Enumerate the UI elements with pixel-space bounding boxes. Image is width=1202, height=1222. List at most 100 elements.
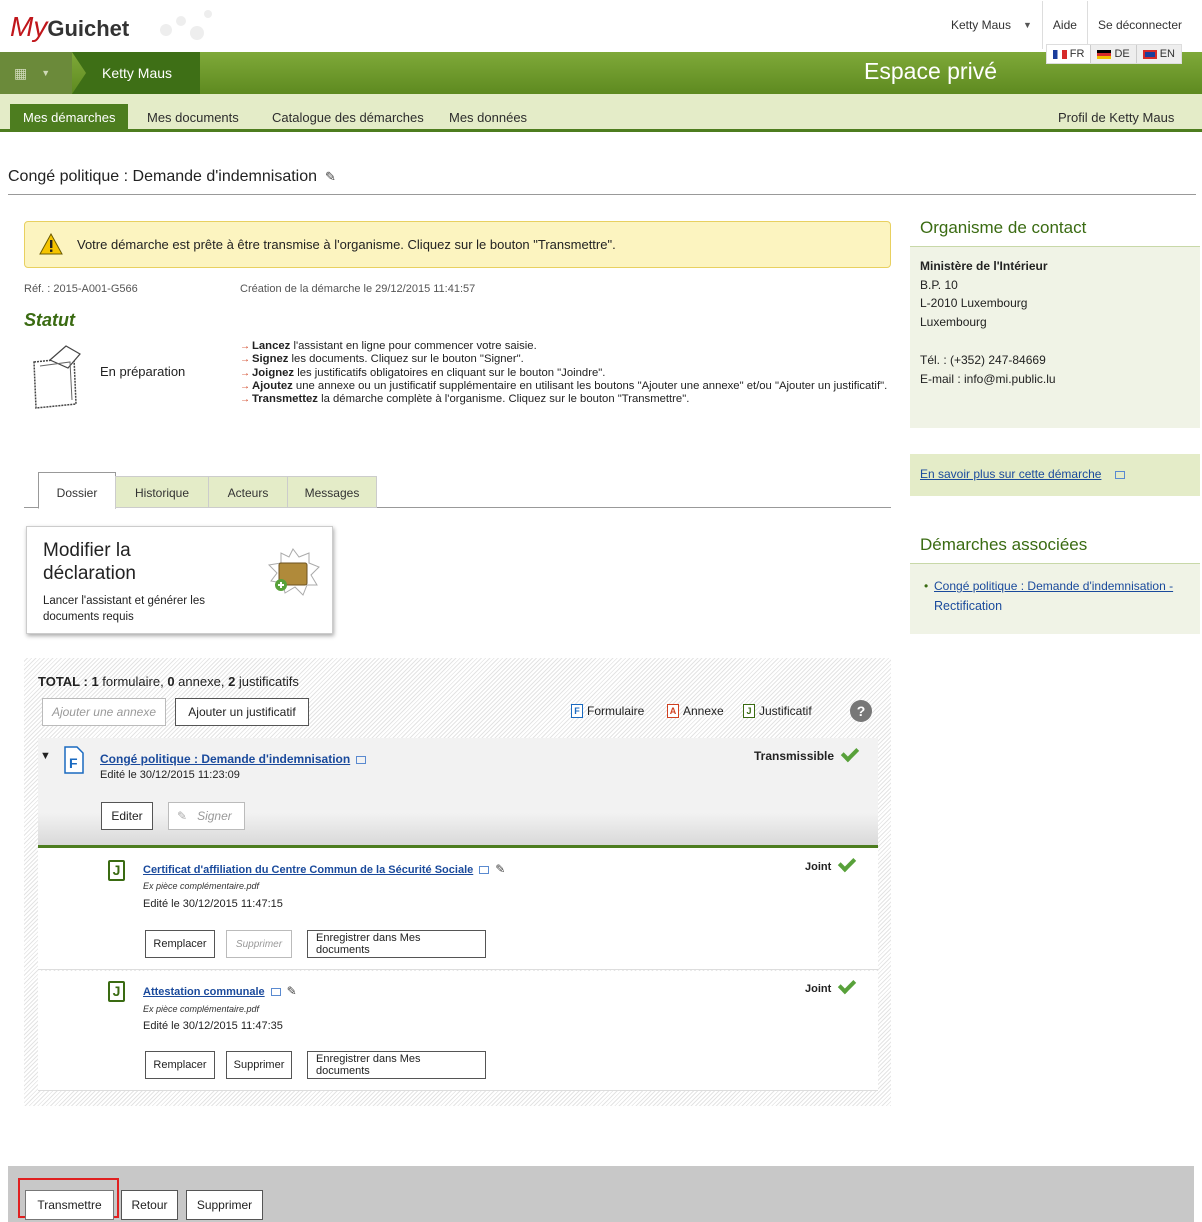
- tab-messages[interactable]: Messages: [287, 476, 377, 508]
- check-icon: [840, 743, 860, 763]
- main-nav: Mes démarches Mes documents Catalogue de…: [0, 94, 1202, 132]
- user-menu[interactable]: Ketty Maus ▼: [941, 1, 1042, 49]
- reference-number: Réf. : 2015-A001-G566: [24, 283, 138, 295]
- nav-profile[interactable]: Profil de Ketty Maus: [1045, 104, 1187, 131]
- nav-mes-demarches[interactable]: Mes démarches: [10, 104, 129, 131]
- lang-de[interactable]: DE: [1090, 45, 1135, 63]
- external-link-icon[interactable]: [1115, 470, 1126, 479]
- tab-bar: Dossier Historique Acteurs Messages: [24, 472, 891, 509]
- modify-card-title: Modifier la déclaration: [43, 540, 136, 584]
- org-name: Ministère de l'Intérieur: [920, 259, 1048, 273]
- step-item: Lancez l'assistant en ligne pour commenc…: [240, 340, 892, 354]
- attachment-status: Joint: [805, 853, 857, 873]
- apps-menu-button[interactable]: ▦ ▼: [0, 52, 72, 94]
- form-status: Transmissible: [754, 743, 860, 763]
- sign-label: Signer: [197, 809, 232, 823]
- space-title: Espace privé: [864, 58, 997, 84]
- flag-en-icon: [1142, 49, 1157, 59]
- logo-my: My: [10, 11, 48, 42]
- lang-en-label: EN: [1159, 48, 1175, 60]
- nav-mes-documents[interactable]: Mes documents: [134, 104, 252, 131]
- edit-button[interactable]: Editer: [101, 802, 153, 830]
- alert-text: Votre démarche est prête à être transmis…: [77, 237, 616, 252]
- modify-declaration-card[interactable]: Modifier la déclaration Lancer l'assista…: [26, 526, 333, 634]
- annex-icon: A: [667, 704, 679, 718]
- collapse-arrow-icon[interactable]: ▼: [40, 750, 51, 762]
- add-justif-button[interactable]: Ajouter un justificatif: [175, 698, 309, 726]
- legend-form: F Formulaire: [571, 704, 644, 718]
- related-link-continued[interactable]: Rectification: [934, 599, 1002, 613]
- documents-total: TOTAL : 1 formulaire, 0 annexe, 2 justif…: [38, 674, 299, 689]
- tab-acteurs[interactable]: Acteurs: [208, 476, 288, 508]
- justif-icon: J: [743, 704, 755, 718]
- header-bar: ▦ ▼ Ketty Maus Espace privé FR DE EN: [0, 44, 1202, 94]
- delete-attachment-button[interactable]: Supprimer: [226, 930, 292, 958]
- title-divider: [8, 194, 1196, 195]
- lang-en[interactable]: EN: [1135, 45, 1181, 63]
- language-switcher: FR DE EN: [1045, 44, 1182, 64]
- attachment-row: J Certificat d'affiliation du Centre Com…: [38, 848, 878, 970]
- sign-button[interactable]: ✎ Signer: [168, 802, 245, 830]
- logo-guichet: Guichet: [47, 16, 130, 41]
- external-link-icon[interactable]: [270, 987, 281, 996]
- contact-heading: Organisme de contact: [910, 205, 1200, 247]
- learn-more-box: En savoir plus sur cette démarche: [910, 454, 1200, 496]
- tab-historique[interactable]: Historique: [115, 476, 209, 508]
- related-item[interactable]: • Congé politique : Demande d'indemnisat…: [924, 576, 1190, 616]
- add-annex-button[interactable]: Ajouter une annexe: [42, 698, 166, 726]
- form-icon: F: [571, 704, 583, 718]
- logout-link[interactable]: Se déconnecter: [1086, 1, 1202, 49]
- breadcrumb-user[interactable]: Ketty Maus: [72, 52, 201, 94]
- transmit-button[interactable]: Transmettre: [25, 1190, 114, 1220]
- address-line: Luxembourg: [920, 314, 987, 329]
- action-footer: Transmettre Retour Supprimer: [8, 1166, 1194, 1222]
- attachment-title-link[interactable]: Certificat d'affiliation du Centre Commu…: [143, 864, 473, 876]
- external-link-icon[interactable]: [479, 865, 490, 874]
- external-link-icon[interactable]: [356, 755, 367, 764]
- back-button[interactable]: Retour: [121, 1190, 178, 1220]
- related-heading: Démarches associées: [910, 522, 1200, 564]
- modify-card-subtitle: Lancer l'assistant et générer les docume…: [43, 595, 206, 623]
- attachment-filename: Ex pièce complémentaire.pdf: [143, 881, 260, 891]
- step-item: Ajoutez une annexe ou un justificatif su…: [240, 380, 892, 394]
- help-link[interactable]: Aide: [1041, 1, 1087, 49]
- status-heading: Statut: [24, 310, 75, 330]
- replace-button[interactable]: Remplacer: [145, 930, 215, 958]
- form-file-icon: F: [64, 746, 84, 774]
- form-title: Congé politique : Demande d'indemnisatio…: [100, 752, 367, 766]
- myguichet-logo[interactable]: MyGuichet: [10, 12, 129, 44]
- attachment-title: Certificat d'affiliation du Centre Commu…: [143, 862, 505, 876]
- attachment-status: Joint: [805, 975, 857, 995]
- delete-button[interactable]: Supprimer: [186, 1190, 263, 1220]
- form-status-text: Transmissible: [754, 749, 835, 763]
- nav-mes-donnees[interactable]: Mes données: [436, 104, 540, 131]
- learn-more-link[interactable]: En savoir plus sur cette démarche: [920, 467, 1101, 481]
- attachment-title-link[interactable]: Attestation communale: [143, 986, 265, 998]
- pencil-icon[interactable]: ✎: [325, 169, 336, 184]
- tab-dossier[interactable]: Dossier: [38, 472, 116, 509]
- address-line: B.P. 10: [920, 277, 958, 292]
- form-title-link[interactable]: Congé politique : Demande d'indemnisatio…: [100, 752, 350, 766]
- justif-file-icon: J: [108, 981, 125, 1002]
- attachment-edited-date: Edité le 30/12/2015 11:47:15: [143, 898, 283, 910]
- top-bar: MyGuichet Ketty Maus ▼ Aide Se déconnecte…: [0, 0, 1202, 52]
- justif-file-icon: J: [108, 860, 125, 881]
- nav-catalogue[interactable]: Catalogue des démarches: [259, 104, 437, 131]
- flag-fr-icon: [1052, 49, 1067, 59]
- related-link[interactable]: Congé politique : Demande d'indemnisatio…: [934, 579, 1173, 593]
- caret-down-icon: ▼: [41, 68, 51, 78]
- page-title: Congé politique : Demande d'indemnisatio…: [8, 168, 336, 186]
- pencil-icon[interactable]: ✎: [495, 862, 505, 876]
- help-icon[interactable]: ?: [850, 700, 872, 722]
- user-name: Ketty Maus: [950, 18, 1011, 32]
- lang-fr[interactable]: FR: [1046, 45, 1091, 63]
- save-to-documents-button[interactable]: Enregistrer dans Mes documents: [307, 1051, 486, 1079]
- form-document-row: ▼ F Congé politique : Demande d'indemnis…: [38, 738, 878, 848]
- folder-envelope-icon: [33, 345, 81, 409]
- delete-attachment-button[interactable]: Supprimer: [226, 1051, 292, 1079]
- replace-button[interactable]: Remplacer: [145, 1051, 215, 1079]
- related-box: Démarches associées • Congé politique : …: [910, 522, 1200, 634]
- save-to-documents-button[interactable]: Enregistrer dans Mes documents: [307, 930, 486, 958]
- pencil-icon[interactable]: ✎: [287, 984, 297, 998]
- creation-date: Création de la démarche le 29/12/2015 11…: [240, 283, 476, 295]
